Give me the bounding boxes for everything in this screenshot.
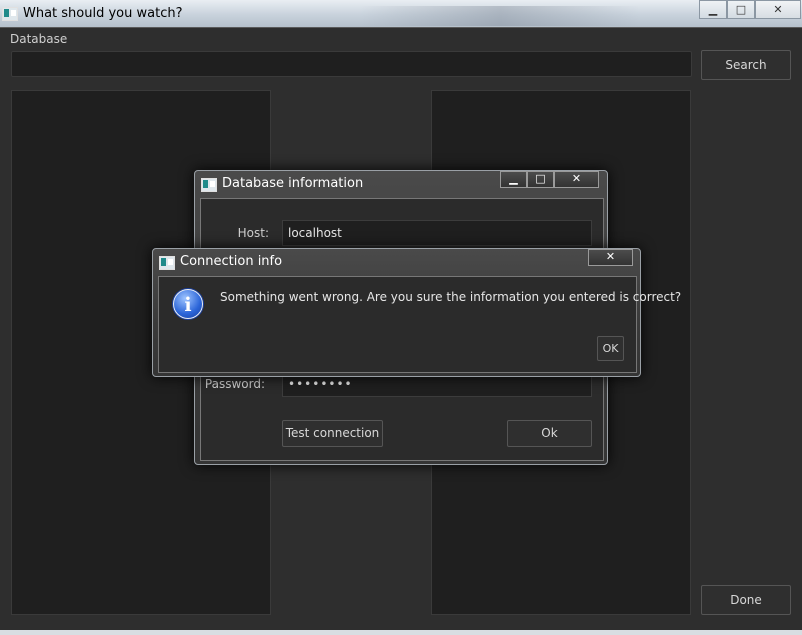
database-label: Database bbox=[10, 32, 68, 46]
password-label: Password: bbox=[204, 377, 265, 391]
database-dialog-title: Database information bbox=[222, 176, 364, 191]
window-bottom-edge bbox=[0, 630, 802, 635]
app-icon bbox=[2, 7, 18, 21]
main-titlebar[interactable]: What should you watch? ▁ □ ✕ bbox=[0, 0, 802, 28]
test-connection-button[interactable]: Test connection bbox=[282, 420, 383, 447]
host-input[interactable]: localhost bbox=[282, 220, 592, 246]
db-dialog-maximize-button[interactable]: □ bbox=[527, 171, 554, 188]
msgbox-app-icon bbox=[159, 256, 175, 270]
dialog-app-icon bbox=[201, 178, 217, 192]
db-dialog-minimize-button[interactable]: ▁ bbox=[500, 171, 527, 188]
done-button[interactable]: Done bbox=[701, 585, 791, 615]
maximize-button[interactable]: □ bbox=[727, 0, 755, 19]
host-label: Host: bbox=[237, 226, 269, 240]
search-button[interactable]: Search bbox=[701, 50, 791, 80]
connection-dialog-body: i Something went wrong. Are you sure the… bbox=[158, 276, 682, 373]
close-button[interactable]: ✕ bbox=[755, 0, 801, 19]
connection-dialog-title: Connection info bbox=[180, 254, 283, 269]
window-title: What should you watch? bbox=[23, 6, 183, 21]
error-message: Something went wrong. Are you sure the i… bbox=[220, 290, 682, 304]
info-icon: i bbox=[173, 289, 203, 319]
db-dialog-close-button[interactable]: ✕ bbox=[554, 171, 599, 188]
minimize-button[interactable]: ▁ bbox=[699, 0, 727, 19]
search-input[interactable] bbox=[11, 51, 692, 77]
titlebar-background-reflection bbox=[360, 6, 640, 26]
msg-ok-button[interactable]: OK bbox=[597, 336, 624, 361]
conn-dialog-close-button[interactable]: ✕ bbox=[588, 249, 633, 266]
connection-info-dialog: Connection info ✕ i Something went wrong… bbox=[152, 248, 682, 377]
db-ok-button[interactable]: Ok bbox=[507, 420, 592, 447]
